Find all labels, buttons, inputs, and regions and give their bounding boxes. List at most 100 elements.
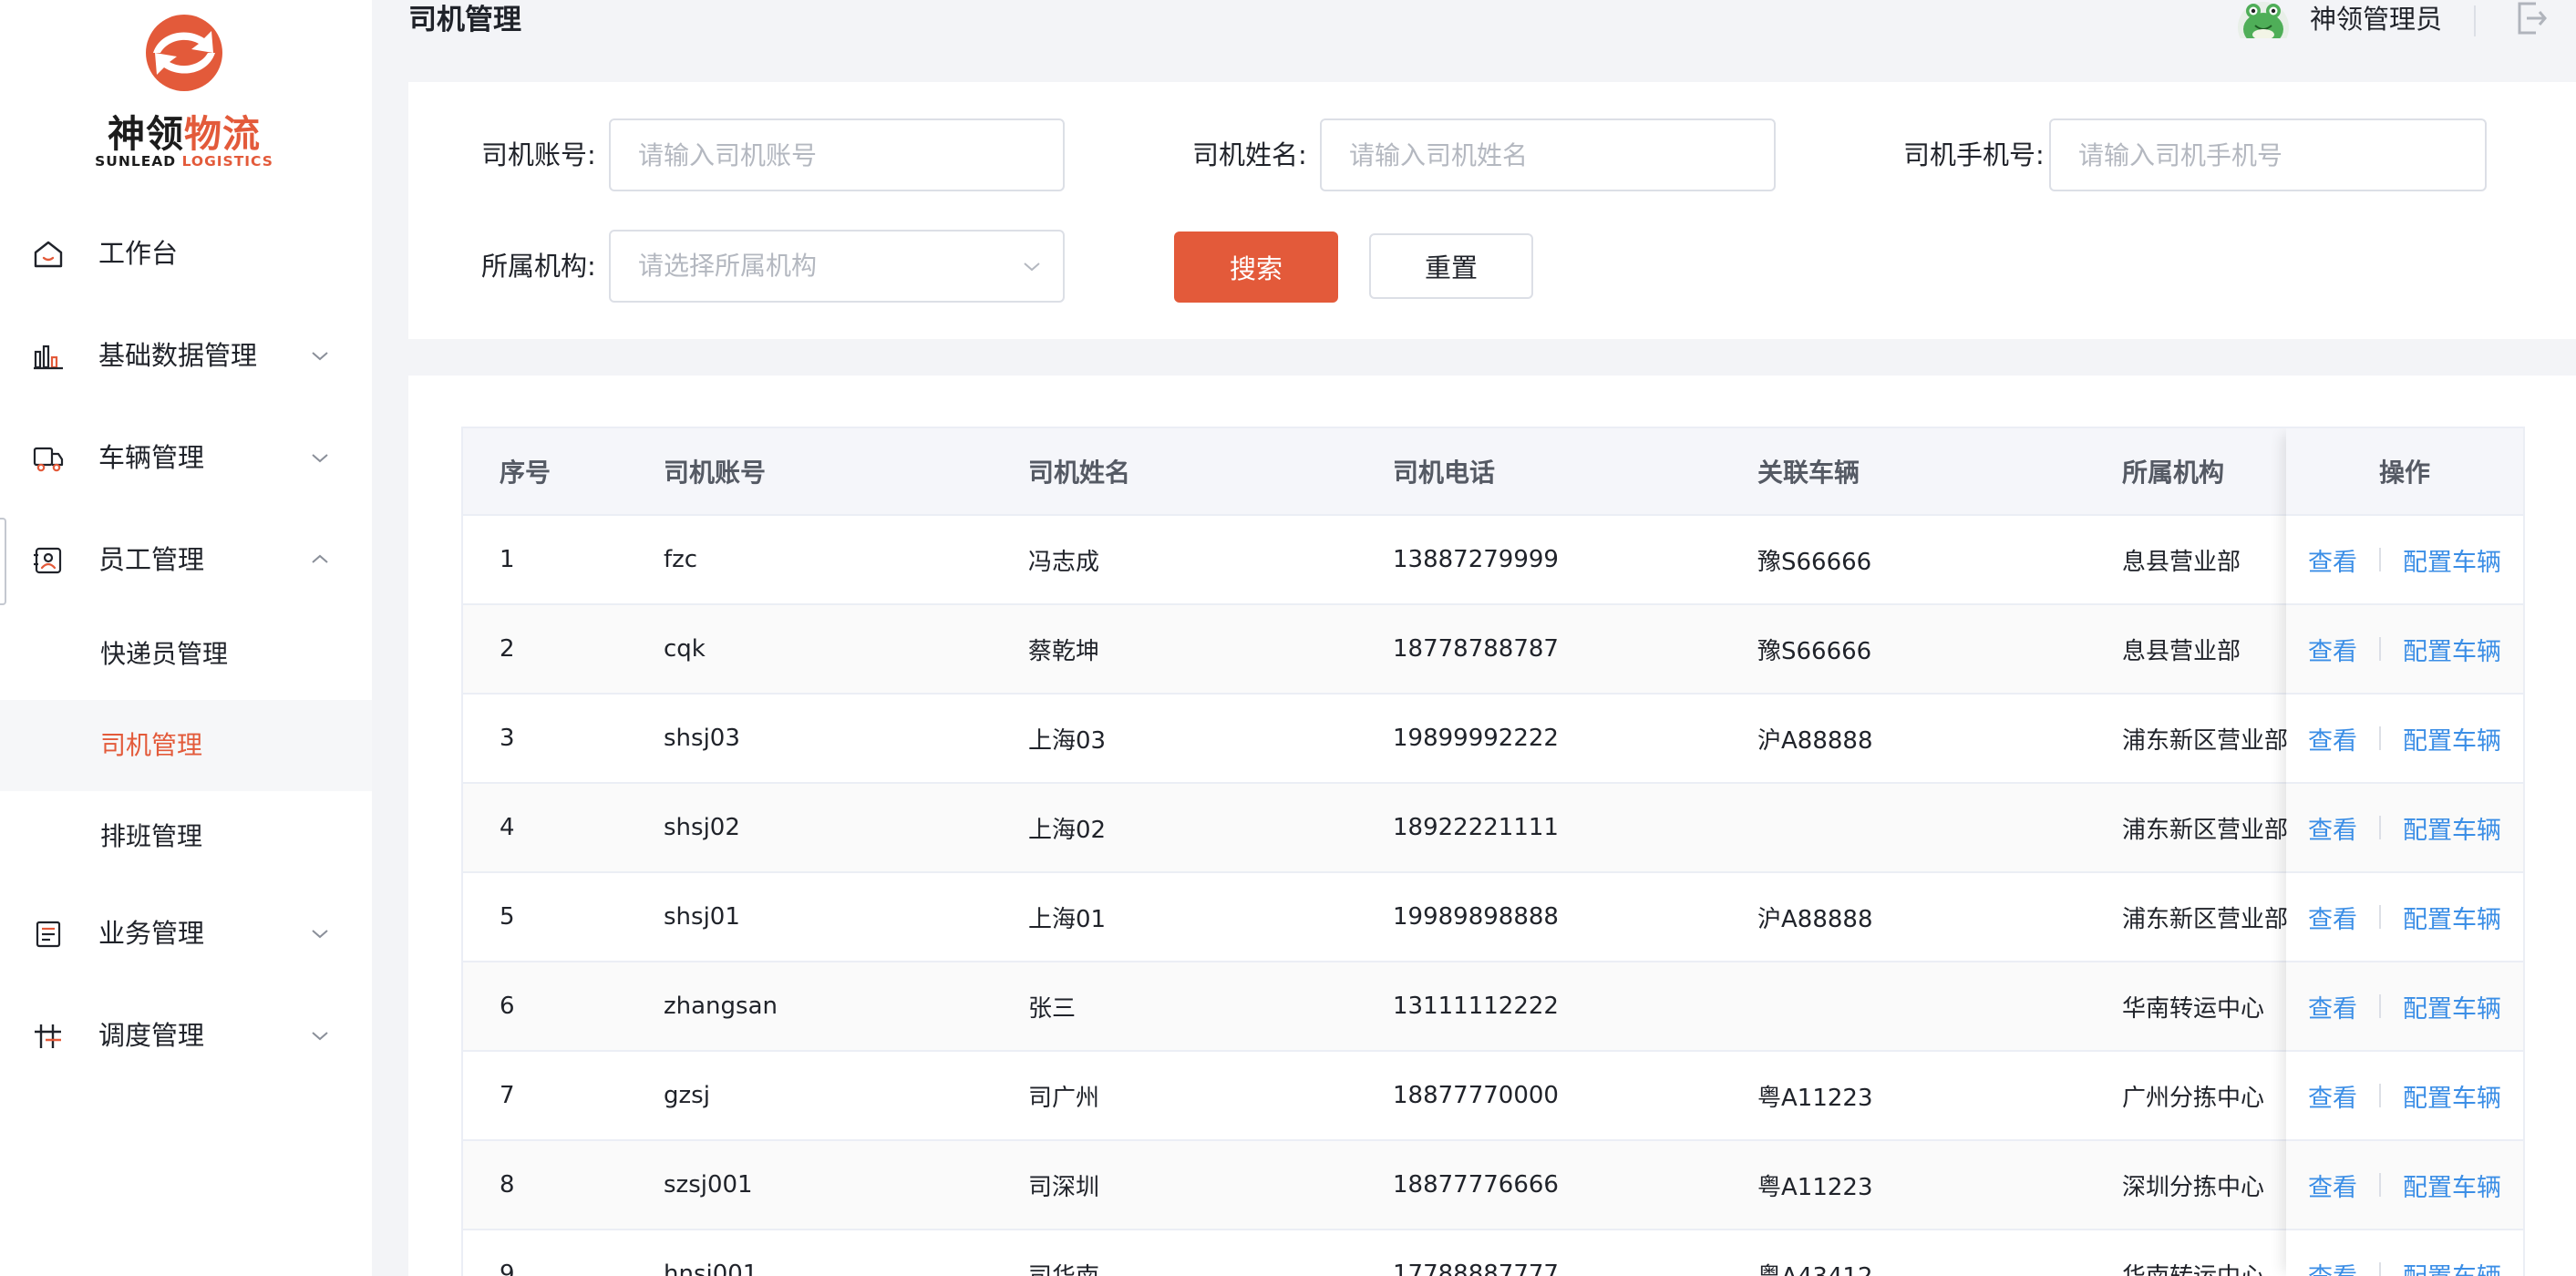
sidebar-subitem-schedule[interactable]: 排班管理: [0, 791, 372, 882]
truck-icon: [33, 447, 64, 472]
cell-vehicle: 豫S66666: [1757, 548, 1872, 576]
action-divider: [2379, 726, 2381, 750]
view-link[interactable]: 查看: [2308, 810, 2357, 846]
cell-index: 9: [500, 1261, 515, 1276]
cell-name: 上海01: [1028, 905, 1107, 933]
cell-phone: 17788887777: [1393, 1261, 1559, 1276]
sidebar-item-base-data[interactable]: 基础数据管理: [0, 310, 372, 401]
cell-account: hnsj001: [664, 1261, 758, 1276]
config-vehicle-link[interactable]: 配置车辆: [2403, 1257, 2501, 1276]
cell-account: gzsj: [664, 1082, 710, 1109]
sidebar-item-label: 工作台: [98, 238, 179, 269]
view-link[interactable]: 查看: [2308, 900, 2357, 935]
cell-phone: 13111112222: [1393, 993, 1559, 1020]
cell-index: 5: [500, 903, 515, 931]
table-row: 5 shsj01 上海01 19989898888 沪A88888 浦东新区营业…: [463, 873, 2523, 962]
cell-account: shsj01: [664, 903, 740, 931]
view-link[interactable]: 查看: [2308, 542, 2357, 578]
avatar[interactable]: [2237, 0, 2290, 38]
config-vehicle-link[interactable]: 配置车辆: [2403, 989, 2501, 1024]
cell-phone: 19989898888: [1393, 903, 1559, 931]
chevron-down-icon: [1024, 262, 1040, 272]
chevron-down-icon: [312, 1032, 328, 1041]
cell-account: zhangsan: [664, 993, 778, 1020]
view-link[interactable]: 查看: [2308, 989, 2357, 1024]
driver-phone-input[interactable]: [2049, 118, 2487, 191]
table-header-row: 序号 司机账号 司机姓名 司机电话 关联车辆 所属机构 操作: [463, 428, 2523, 516]
config-vehicle-link[interactable]: 配置车辆: [2403, 721, 2501, 756]
home-icon: [34, 241, 63, 268]
sidebar-item-label: 调度管理: [98, 1020, 205, 1051]
view-link[interactable]: 查看: [2308, 1257, 2357, 1276]
cell-vehicle: [1757, 962, 2104, 1050]
table-row: 4 shsj02 上海02 18922221111 浦东新区营业部 查看 配置车…: [463, 784, 2523, 873]
sidebar-subitem-couriers[interactable]: 快递员管理: [0, 609, 372, 700]
user-name[interactable]: 神领管理员: [2310, 0, 2442, 38]
sidebar-subitem-label: 司机管理: [100, 730, 203, 760]
config-vehicle-link[interactable]: 配置车辆: [2403, 632, 2501, 667]
sidebar-item-business[interactable]: 业务管理: [0, 888, 372, 979]
cell-phone: 19899992222: [1393, 725, 1559, 752]
cell-vehicle: 豫S66666: [1757, 637, 1872, 665]
driver-name-label: 司机姓名:: [1192, 139, 1307, 170]
sidebar-subitem-drivers[interactable]: 司机管理: [0, 700, 372, 791]
col-header-name: 司机姓名: [1028, 458, 1131, 488]
col-header-actions: 操作: [2378, 458, 2430, 488]
action-divider: [2379, 1262, 2381, 1276]
view-link[interactable]: 查看: [2308, 1078, 2357, 1114]
cell-index: 7: [500, 1082, 515, 1109]
cell-name: 冯志成: [1028, 548, 1100, 576]
cell-phone: 18778788787: [1393, 635, 1559, 663]
cell-vehicle: 粤A11223: [1757, 1173, 1873, 1201]
view-link[interactable]: 查看: [2308, 1168, 2357, 1203]
sidebar-subitem-label: 快递员管理: [100, 639, 229, 669]
sidebar: 神领物流 SUNLEAD LOGISTICS 工作台 基础数据管理 车辆管理 员…: [0, 0, 372, 1276]
driver-account-label: 司机账号:: [481, 139, 596, 170]
chevron-down-icon: [312, 352, 328, 361]
organization-select[interactable]: 请选择所属机构: [609, 230, 1065, 303]
cell-actions: 查看 配置车辆: [2286, 873, 2523, 961]
sidebar-item-dispatch[interactable]: 调度管理: [0, 990, 372, 1081]
dispatch-icon: [35, 1024, 61, 1048]
action-divider: [2379, 994, 2381, 1018]
col-header-vehicle: 关联车辆: [1757, 458, 1860, 488]
reset-button[interactable]: 重置: [1369, 233, 1533, 299]
table-row: 8 szsj001 司深圳 18877776666 粤A11223 深圳分拣中心…: [463, 1141, 2523, 1230]
sidebar-item-vehicles[interactable]: 车辆管理: [0, 412, 372, 503]
cell-phone: 18877776666: [1393, 1171, 1559, 1199]
sidebar-item-workbench[interactable]: 工作台: [0, 208, 372, 299]
action-divider: [2379, 637, 2381, 661]
driver-name-input[interactable]: [1320, 118, 1776, 191]
cell-index: 6: [500, 993, 515, 1020]
config-vehicle-link[interactable]: 配置车辆: [2403, 1168, 2501, 1203]
config-vehicle-link[interactable]: 配置车辆: [2403, 900, 2501, 935]
cell-actions: 查看 配置车辆: [2286, 1052, 2523, 1139]
cell-index: 3: [500, 725, 515, 752]
cell-actions: 查看 配置车辆: [2286, 784, 2523, 871]
sidebar-item-staff[interactable]: 员工管理: [0, 514, 372, 605]
table-row: 2 cqk 蔡乾坤 18778788787 豫S66666 息县营业部 查看 配…: [463, 605, 2523, 695]
header-divider: [2474, 5, 2476, 36]
driver-account-input[interactable]: [609, 118, 1065, 191]
search-button[interactable]: 搜索: [1174, 232, 1338, 303]
table-row: 1 fzc 冯志成 13887279999 豫S66666 息县营业部 查看 配…: [463, 516, 2523, 605]
cell-account: cqk: [664, 635, 706, 663]
id-card-icon: [34, 547, 62, 574]
logout-icon[interactable]: [2514, 0, 2549, 36]
cell-vehicle: 沪A88888: [1757, 726, 1873, 755]
cell-index: 2: [500, 635, 515, 663]
config-vehicle-link[interactable]: 配置车辆: [2403, 542, 2501, 578]
table-row: 6 zhangsan 张三 13111112222 华南转运中心 查看 配置车辆: [463, 962, 2523, 1052]
cell-account: shsj03: [664, 725, 740, 752]
action-divider: [2379, 905, 2381, 929]
view-link[interactable]: 查看: [2308, 721, 2357, 756]
sidebar-item-label: 基础数据管理: [98, 340, 258, 371]
view-link[interactable]: 查看: [2308, 632, 2357, 667]
config-vehicle-link[interactable]: 配置车辆: [2403, 1078, 2501, 1114]
config-vehicle-link[interactable]: 配置车辆: [2403, 810, 2501, 846]
chevron-up-icon: [312, 554, 328, 563]
cell-index: 8: [500, 1171, 515, 1199]
brand-subtitle: SUNLEAD LOGISTICS: [95, 153, 273, 170]
brand-name: 神领物流: [108, 112, 261, 156]
sidebar-item-label: 车辆管理: [98, 442, 205, 473]
